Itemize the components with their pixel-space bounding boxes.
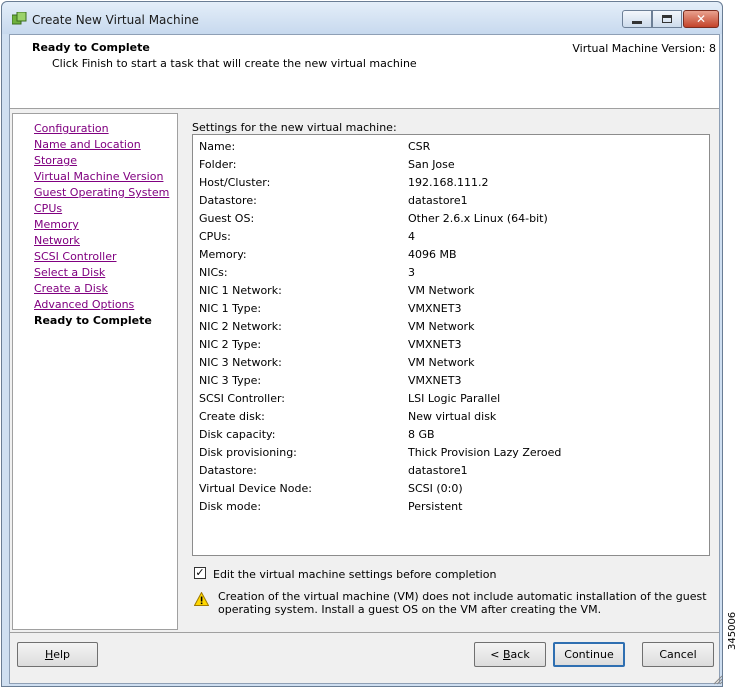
minimize-button[interactable] bbox=[622, 10, 652, 28]
maximize-button[interactable] bbox=[652, 10, 682, 28]
step-cpus[interactable]: CPUs bbox=[34, 202, 62, 215]
step-guest-operating-system[interactable]: Guest Operating System bbox=[34, 186, 169, 199]
warning-message: Creation of the virtual machine (VM) doe… bbox=[218, 590, 707, 616]
setting-value: 4096 MB bbox=[408, 248, 457, 261]
setting-value: VM Network bbox=[408, 320, 475, 333]
create-vm-wizard-window: Create New Virtual Machine ✕ Ready to Co… bbox=[1, 1, 723, 687]
wizard-steps-panel: Configuration Name and Location Storage … bbox=[12, 113, 178, 630]
setting-name: Disk mode: bbox=[199, 500, 262, 513]
step-ready-to-complete: Ready to Complete bbox=[34, 314, 152, 327]
setting-name: Disk capacity: bbox=[199, 428, 276, 441]
help-mnemonic: H bbox=[44, 648, 54, 661]
maximize-icon bbox=[662, 15, 672, 23]
setting-name: NIC 1 Network: bbox=[199, 284, 282, 297]
minimize-icon bbox=[632, 21, 642, 24]
checkmark-icon: ✓ bbox=[195, 566, 205, 579]
setting-value: 192.168.111.2 bbox=[408, 176, 489, 189]
page-title: Ready to Complete bbox=[32, 41, 150, 54]
edit-settings-label[interactable]: Edit the virtual machine settings before… bbox=[213, 568, 496, 581]
title-bar[interactable]: Create New Virtual Machine ✕ bbox=[2, 2, 722, 34]
setting-name: Datastore: bbox=[199, 464, 257, 477]
step-configuration[interactable]: Configuration bbox=[34, 122, 109, 135]
setting-value: datastore1 bbox=[408, 464, 468, 477]
setting-name: NIC 3 Type: bbox=[199, 374, 262, 387]
step-network[interactable]: Network bbox=[34, 234, 80, 247]
setting-value: Other 2.6.x Linux (64-bit) bbox=[408, 212, 548, 225]
setting-name: Name: bbox=[199, 140, 236, 153]
setting-name: Disk provisioning: bbox=[199, 446, 297, 459]
step-scsi-controller[interactable]: SCSI Controller bbox=[34, 250, 117, 263]
setting-value: VMXNET3 bbox=[408, 302, 462, 315]
setting-value: VM Network bbox=[408, 356, 475, 369]
setting-value: datastore1 bbox=[408, 194, 468, 207]
step-select-a-disk[interactable]: Select a Disk bbox=[34, 266, 105, 279]
page-subtitle: Click Finish to start a task that will c… bbox=[52, 57, 417, 70]
setting-name: NIC 3 Network: bbox=[199, 356, 282, 369]
setting-name: Create disk: bbox=[199, 410, 265, 423]
setting-value: VMXNET3 bbox=[408, 374, 462, 387]
step-storage[interactable]: Storage bbox=[34, 154, 77, 167]
setting-name: Folder: bbox=[199, 158, 237, 171]
cancel-button[interactable]: Cancel bbox=[642, 642, 714, 667]
figure-id: 345006 bbox=[727, 611, 738, 650]
wizard-client-area: Ready to Complete Click Finish to start … bbox=[9, 34, 723, 685]
setting-value: Persistent bbox=[408, 500, 463, 513]
settings-heading: Settings for the new virtual machine: bbox=[192, 121, 397, 134]
setting-name: NIC 1 Type: bbox=[199, 302, 262, 315]
setting-value: San Jose bbox=[408, 158, 455, 171]
back-button[interactable]: < Back bbox=[474, 642, 546, 667]
step-advanced-options[interactable]: Advanced Options bbox=[34, 298, 134, 311]
help-label-rest: elp bbox=[53, 648, 71, 661]
setting-value: 3 bbox=[408, 266, 415, 279]
virtual-machine-icon bbox=[12, 12, 27, 25]
setting-name: NIC 2 Type: bbox=[199, 338, 262, 351]
setting-name: Guest OS: bbox=[199, 212, 255, 225]
close-button[interactable]: ✕ bbox=[683, 10, 719, 28]
warning-icon bbox=[194, 592, 209, 606]
setting-name: Host/Cluster: bbox=[199, 176, 271, 189]
vm-version-label: Virtual Machine Version: 8 bbox=[572, 42, 716, 55]
continue-button[interactable]: Continue bbox=[553, 642, 625, 667]
setting-value: VMXNET3 bbox=[408, 338, 462, 351]
setting-value: Thick Provision Lazy Zeroed bbox=[408, 446, 562, 459]
step-create-a-disk[interactable]: Create a Disk bbox=[34, 282, 108, 295]
step-virtual-machine-version[interactable]: Virtual Machine Version bbox=[34, 170, 163, 183]
setting-value: CSR bbox=[408, 140, 431, 153]
setting-name: SCSI Controller: bbox=[199, 392, 286, 405]
setting-name: NIC 2 Network: bbox=[199, 320, 282, 333]
close-icon: ✕ bbox=[695, 12, 707, 26]
setting-name: Datastore: bbox=[199, 194, 257, 207]
setting-name: Virtual Device Node: bbox=[199, 482, 312, 495]
back-label-rest: ack bbox=[510, 648, 530, 661]
setting-value: LSI Logic Parallel bbox=[408, 392, 501, 405]
setting-name: NICs: bbox=[199, 266, 228, 279]
setting-value: New virtual disk bbox=[408, 410, 497, 423]
step-memory[interactable]: Memory bbox=[34, 218, 79, 231]
window-title: Create New Virtual Machine bbox=[32, 13, 199, 27]
footer-separator bbox=[10, 632, 719, 633]
back-mnemonic: B bbox=[503, 648, 511, 661]
setting-value: 8 GB bbox=[408, 428, 435, 441]
setting-value: VM Network bbox=[408, 284, 475, 297]
setting-name: Memory: bbox=[199, 248, 247, 261]
setting-value: 4 bbox=[408, 230, 415, 243]
setting-name: CPUs: bbox=[199, 230, 231, 243]
help-button[interactable]: Help bbox=[17, 642, 98, 667]
setting-value: SCSI (0:0) bbox=[408, 482, 463, 495]
edit-settings-checkbox[interactable]: ✓ bbox=[194, 567, 206, 579]
resize-grip-icon[interactable] bbox=[713, 675, 723, 685]
wizard-header: Ready to Complete Click Finish to start … bbox=[10, 35, 719, 109]
step-name-and-location[interactable]: Name and Location bbox=[34, 138, 141, 151]
settings-summary-list[interactable]: Name: CSR Folder: San Jose Host/Cluster:… bbox=[192, 134, 710, 556]
back-arrow: < bbox=[490, 648, 503, 661]
